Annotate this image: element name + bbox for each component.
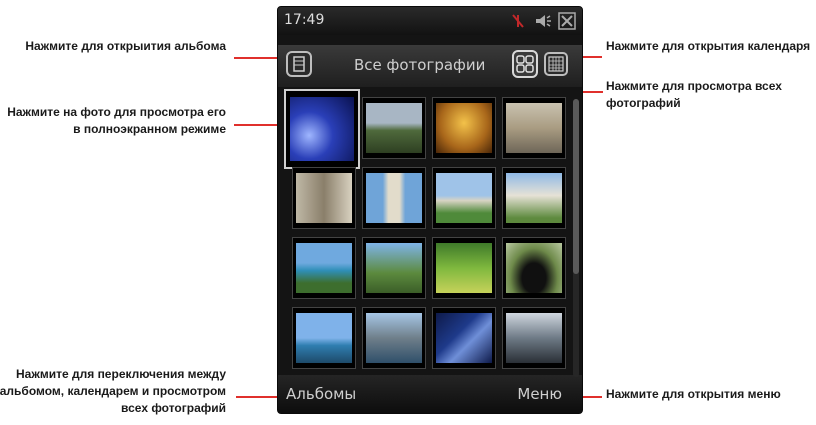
callout-open-calendar-text: Нажмите для открытия календаря	[606, 39, 811, 53]
photo-thumbnail[interactable]	[502, 307, 566, 369]
callout-view-all-line2: фотографий	[606, 96, 681, 110]
photo-thumbnail[interactable]	[292, 167, 356, 229]
calendar-button[interactable]	[544, 52, 568, 76]
scrollbar-thumb[interactable]	[573, 99, 579, 274]
title-bar: Все фотографии	[278, 45, 582, 87]
photo-thumbnail[interactable]	[502, 167, 566, 229]
signal-icon[interactable]	[510, 12, 526, 30]
photo-thumbnail[interactable]	[362, 97, 426, 159]
photo-thumbnail[interactable]	[362, 167, 426, 229]
callout-view-fullscreen-line1: Нажмите на фото для просмотра его	[7, 105, 226, 119]
clock: 17:49	[284, 12, 325, 28]
photo-thumbnail[interactable]	[502, 237, 566, 299]
photo-grid	[284, 89, 566, 377]
callout-switch-line2: альбомом, календарем и просмотром	[0, 384, 226, 398]
softkey-menu[interactable]: Меню	[517, 385, 562, 403]
callout-open-menu: Нажмите для открытия меню	[606, 386, 814, 403]
photo-thumbnail[interactable]	[362, 307, 426, 369]
photo-thumbnail[interactable]	[432, 307, 496, 369]
photo-thumbnail[interactable]	[292, 237, 356, 299]
status-bar: 17:49	[278, 7, 582, 35]
photo-thumbnail[interactable]	[432, 97, 496, 159]
all-photos-button[interactable]	[512, 50, 538, 78]
calendar-icon	[548, 56, 564, 72]
callout-view-fullscreen: Нажмите на фото для просмотра его в полн…	[0, 104, 226, 138]
callout-switch-line1: Нажмите для переключения между	[16, 367, 226, 381]
callout-open-album: Нажмите для открыития альбома	[0, 38, 226, 55]
callout-view-fullscreen-line2: в полноэкранном режиме	[73, 122, 226, 136]
photo-thumbnail[interactable]	[432, 237, 496, 299]
callout-open-calendar: Нажмите для открытия календаря	[606, 38, 814, 55]
album-icon	[293, 56, 305, 72]
callout-open-menu-text: Нажмите для открытия меню	[606, 387, 781, 401]
callout-view-all: Нажмите для просмотра всех фотографий	[606, 78, 814, 112]
photo-thumbnail[interactable]	[292, 307, 356, 369]
softkey-bar: Альбомы Меню	[278, 375, 582, 413]
speaker-icon[interactable]	[534, 12, 552, 30]
softkey-albums[interactable]: Альбомы	[286, 385, 356, 403]
photo-thumbnail[interactable]	[284, 89, 360, 169]
callout-switch-line3: всех фотографий	[121, 401, 226, 415]
callout-view-all-line1: Нажмите для просмотра всех	[606, 79, 782, 93]
all-photos-grid-icon	[516, 55, 534, 73]
photo-thumbnail[interactable]	[502, 97, 566, 159]
scrollbar[interactable]	[573, 99, 579, 377]
callout-switch: Нажмите для переключения между альбомом,…	[0, 366, 226, 417]
close-icon[interactable]	[558, 12, 576, 30]
album-button[interactable]	[286, 51, 312, 77]
device-screen: 17:49 Все фотографии Альбомы Меню	[277, 6, 583, 414]
callout-open-album-text: Нажмите для открыития альбома	[25, 39, 226, 53]
photo-thumbnail[interactable]	[432, 167, 496, 229]
photo-thumbnail[interactable]	[362, 237, 426, 299]
page-title: Все фотографии	[354, 56, 486, 74]
